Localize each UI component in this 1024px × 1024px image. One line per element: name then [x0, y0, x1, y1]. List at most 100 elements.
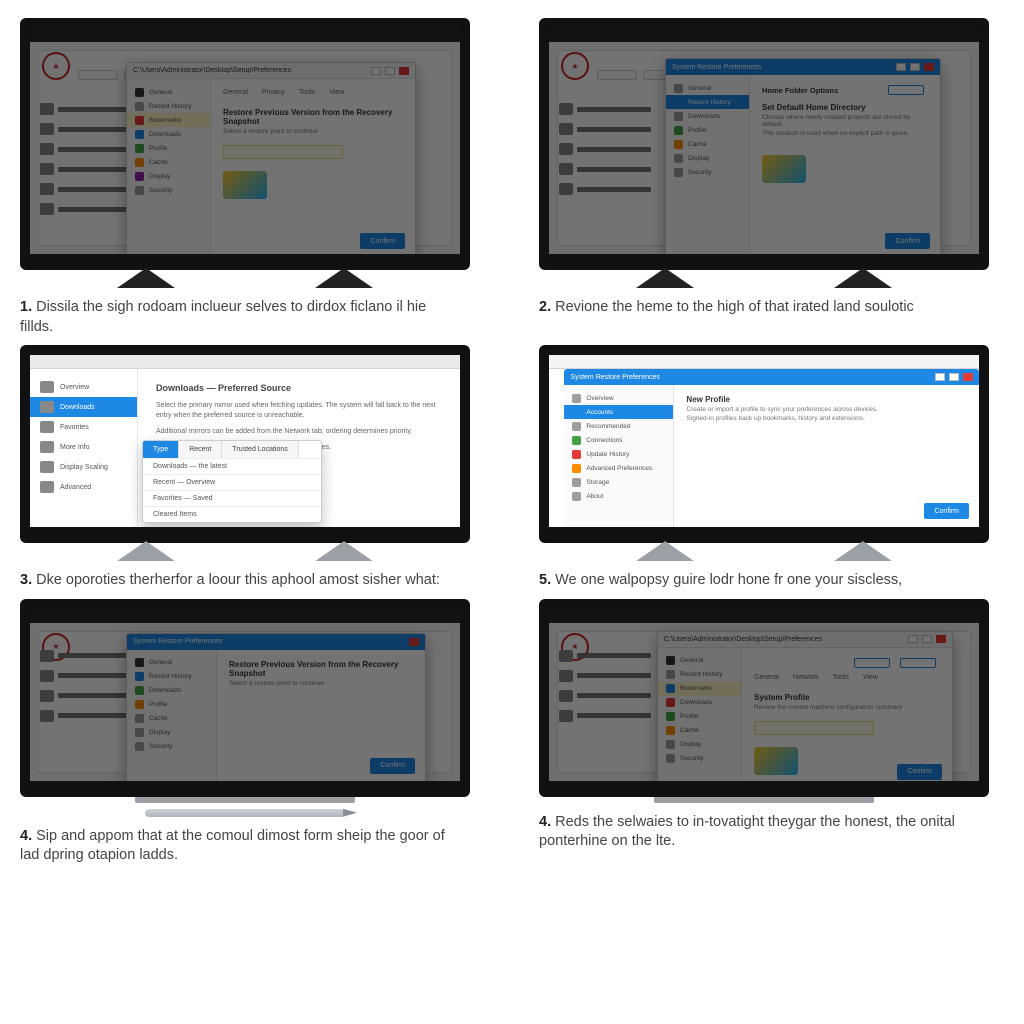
maximize-icon[interactable]	[949, 373, 959, 381]
dialog-titlebar[interactable]: System Restore Preferences	[666, 59, 940, 75]
sidebar-item-selected[interactable]: Bookmarks	[127, 113, 210, 127]
minimize-icon[interactable]	[935, 373, 945, 381]
confirm-button[interactable]: Confirm	[360, 233, 405, 249]
popover-item[interactable]: Recent — Overview	[143, 474, 321, 490]
tab[interactable]: General	[223, 89, 248, 98]
tab[interactable]: Privacy	[262, 89, 285, 98]
tab[interactable]: View	[863, 674, 878, 683]
confirm-button[interactable]: Confirm	[370, 758, 415, 774]
close-icon[interactable]	[924, 63, 934, 71]
sidebar-item[interactable]: Cache	[127, 712, 216, 726]
sidebar-item[interactable]: Storage	[564, 475, 673, 489]
path-input[interactable]	[754, 721, 874, 735]
settings-page: System Restore Preferences	[549, 355, 979, 527]
tab[interactable]: Tools	[833, 674, 849, 683]
dialog-headline: Set Default Home Directory	[762, 103, 928, 112]
sidebar-item[interactable]: More Info	[30, 437, 137, 457]
popover-tab[interactable]: Type	[143, 441, 179, 458]
sidebar-item[interactable]: Display	[127, 169, 210, 183]
page-title: New Profile	[686, 395, 967, 404]
sidebar-item[interactable]: Security	[127, 183, 210, 197]
dialog-desc: Choose where newly created projects are …	[762, 114, 928, 128]
sidebar-item[interactable]: Recommended	[564, 419, 673, 433]
sidebar-item[interactable]: Recent History	[658, 668, 741, 682]
dialog-titlebar[interactable]: C:\Users\Administrator\Desktop\Setup\Pre…	[127, 63, 415, 79]
maximize-icon[interactable]	[910, 63, 920, 71]
sidebar-item[interactable]: Downloads	[127, 684, 216, 698]
minimize-icon[interactable]	[908, 635, 918, 643]
minimize-icon[interactable]	[371, 67, 381, 75]
sidebar-item[interactable]: General	[666, 81, 749, 95]
sidebar-item[interactable]: Overview	[30, 377, 137, 397]
monitor-stand	[20, 268, 470, 288]
sidebar-item[interactable]: Advanced Preferences	[564, 461, 673, 475]
sidebar-item-selected[interactable]: Accounts	[564, 405, 673, 419]
dialog-headline: Restore Previous Version from the Recove…	[223, 108, 403, 126]
sidebar-item-selected[interactable]: Bookmarks	[658, 682, 741, 696]
outline-button[interactable]	[854, 658, 890, 668]
sidebar-item[interactable]: Profile	[127, 141, 210, 155]
panel-title: Home Folder Options	[762, 86, 838, 95]
sidebar-item[interactable]: Recent History	[127, 99, 210, 113]
path-input[interactable]	[223, 145, 343, 159]
sidebar-item[interactable]: Cache	[127, 155, 210, 169]
dialog-titlebar[interactable]: System Restore Preferences	[564, 369, 979, 385]
quick-switch-popover: Type Recent Trusted Locations Downloads …	[142, 440, 322, 523]
app-logo-icon: ★	[561, 633, 589, 661]
tab[interactable]: View	[329, 89, 344, 98]
sidebar-item[interactable]: Display	[127, 726, 216, 740]
close-icon[interactable]	[409, 638, 419, 646]
close-icon[interactable]	[936, 635, 946, 643]
sidebar-item[interactable]: Connections	[564, 433, 673, 447]
confirm-button[interactable]: Confirm	[897, 764, 942, 780]
sidebar-item[interactable]: Security	[658, 752, 741, 766]
dialog-subtext: Select a restore point to continue	[223, 128, 403, 135]
sidebar-item[interactable]: Favorites	[30, 417, 137, 437]
sidebar-item[interactable]: Advanced	[30, 477, 137, 497]
simple-dialog: System Restore Preferences General Recen…	[126, 633, 426, 783]
sidebar-item-selected[interactable]: Downloads	[30, 397, 137, 417]
sidebar-item[interactable]: Cache	[658, 724, 741, 738]
step-caption: 1.Dissila the sigh rodoam inclueur selve…	[20, 298, 460, 337]
minimize-icon[interactable]	[896, 63, 906, 71]
popover-item[interactable]: Favorites — Saved	[143, 490, 321, 506]
sidebar-item[interactable]: Security	[666, 165, 749, 179]
tab[interactable]: Tools	[299, 89, 315, 98]
sidebar-item[interactable]: About	[564, 489, 673, 503]
popover-tab[interactable]: Recent	[179, 441, 222, 458]
sidebar-item[interactable]: Display	[666, 151, 749, 165]
sidebar-item[interactable]: General	[658, 654, 741, 668]
tab[interactable]: Network	[793, 674, 819, 683]
confirm-button[interactable]: Confirm	[924, 503, 969, 519]
confirm-button[interactable]: Confirm	[885, 233, 930, 249]
sidebar-item[interactable]: Overview	[564, 391, 673, 405]
sidebar-item[interactable]: Recent History	[127, 670, 216, 684]
maximize-icon[interactable]	[922, 635, 932, 643]
outline-button[interactable]	[900, 658, 936, 668]
close-icon[interactable]	[963, 373, 973, 381]
sidebar-item[interactable]: Downloads	[658, 696, 741, 710]
browse-outline-button[interactable]	[888, 85, 924, 95]
sidebar-item[interactable]: Display	[658, 738, 741, 752]
maximize-icon[interactable]	[385, 67, 395, 75]
tutorial-grid: ★ C:\Users\	[20, 18, 1004, 866]
home-folder-dialog: System Restore Preferences General Recen…	[665, 58, 941, 258]
sidebar-item[interactable]: Security	[127, 740, 216, 754]
sidebar-item[interactable]: Profile	[666, 123, 749, 137]
popover-item[interactable]: Downloads — the latest	[143, 458, 321, 474]
sidebar-item[interactable]: Downloads	[666, 109, 749, 123]
preview-thumbnail	[223, 171, 267, 199]
sidebar-item[interactable]: Cache	[666, 137, 749, 151]
sidebar-item[interactable]: Update History	[564, 447, 673, 461]
sidebar-item[interactable]: Downloads	[127, 127, 210, 141]
popover-tab[interactable]: Trusted Locations	[222, 441, 298, 458]
sidebar-item[interactable]: General	[127, 85, 210, 99]
sidebar-item[interactable]: Profile	[658, 710, 741, 724]
sidebar-item[interactable]: Profile	[127, 698, 216, 712]
sidebar-item[interactable]: Display Scaling	[30, 457, 137, 477]
close-icon[interactable]	[399, 67, 409, 75]
popover-item[interactable]: Cleared Items	[143, 506, 321, 522]
sidebar-item[interactable]: General	[127, 656, 216, 670]
sidebar-item-selected[interactable]: Recent History	[666, 95, 749, 109]
tab[interactable]: General	[754, 674, 779, 683]
